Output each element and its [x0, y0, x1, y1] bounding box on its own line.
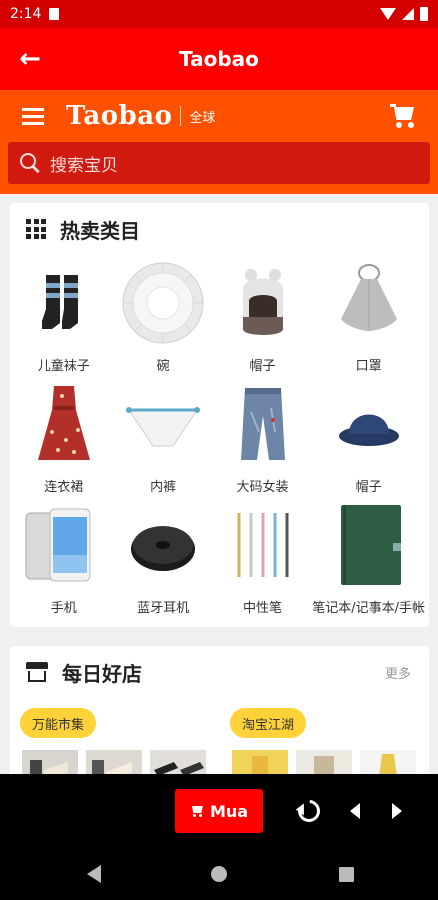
phone-image: [22, 503, 106, 587]
search-input[interactable]: 搜索宝贝: [8, 142, 430, 184]
category-label: 内裤: [150, 480, 177, 495]
taobao-logo[interactable]: Taobao: [66, 101, 172, 131]
brand-divider: [180, 106, 182, 126]
category-label: 帽子: [249, 359, 276, 374]
category-label: 中性笔: [243, 601, 283, 616]
nav-recents-icon[interactable]: [336, 864, 356, 884]
bowl-image: [121, 261, 205, 345]
wifi-icon: [380, 8, 396, 20]
category-label: 蓝牙耳机: [137, 601, 190, 616]
buy-button[interactable]: Mua: [175, 789, 263, 833]
hot-categories-header: 热卖类目: [10, 203, 429, 255]
category-item[interactable]: 内裤: [113, 376, 212, 497]
category-item[interactable]: 儿童袜子: [14, 255, 113, 376]
shopping-cart-icon[interactable]: [390, 102, 418, 130]
category-label: 连衣裙: [44, 480, 84, 495]
jeans-image: [221, 382, 305, 466]
category-item[interactable]: 蓝牙耳机: [113, 497, 212, 618]
notebook-image: [327, 503, 411, 587]
taobao-header: Taobao 全球 搜索宝贝: [0, 90, 438, 194]
category-label: 碗: [156, 359, 170, 374]
category-item[interactable]: 中性笔: [213, 497, 312, 618]
socks-image: [22, 261, 106, 345]
status-bar: 2:14: [0, 0, 438, 28]
search-icon: [20, 153, 40, 173]
category-item[interactable]: 帽子: [312, 376, 425, 497]
category-item[interactable]: 笔记本/记事本/手帐: [312, 497, 425, 618]
pens-image: [221, 503, 305, 587]
bottom-action-bar: Mua: [0, 774, 438, 846]
app-title: Taobao: [179, 47, 259, 71]
underwear-image: [121, 382, 205, 466]
brand-subtitle: 全球: [189, 110, 216, 126]
hamburger-menu-icon[interactable]: [0, 107, 66, 125]
earphone-image: [121, 503, 205, 587]
category-item[interactable]: 帽子: [213, 255, 312, 376]
reload-icon[interactable]: [293, 795, 325, 827]
category-item[interactable]: 手机: [14, 497, 113, 618]
category-item[interactable]: 大码女装: [213, 376, 312, 497]
status-time: 2:14: [10, 6, 42, 22]
system-nav-bar: [0, 846, 438, 900]
knit-hat-image: [221, 261, 305, 345]
buy-button-label: Mua: [209, 801, 249, 821]
more-link[interactable]: 更多: [385, 663, 411, 682]
category-grid: 儿童袜子 碗 帽子 口罩 连衣裙 内裤 大码女装 帽子 手机 蓝牙耳机 中性笔 …: [10, 255, 429, 618]
search-placeholder: 搜索宝贝: [50, 155, 118, 176]
store-icon: [26, 662, 48, 682]
category-label: 大码女装: [236, 480, 289, 495]
hot-categories-title: 热卖类目: [60, 218, 140, 243]
category-item[interactable]: 碗: [113, 255, 212, 376]
bucket-hat-image: [327, 382, 411, 466]
category-label: 手机: [50, 601, 77, 616]
battery-icon: [420, 7, 428, 21]
arrow-left-triangle-icon[interactable]: [340, 796, 370, 826]
store-tag[interactable]: 淘宝江湖: [230, 708, 307, 738]
arrow-left-icon[interactable]: ←: [0, 28, 60, 90]
mask-image: [327, 261, 411, 345]
arrow-right-triangle-icon[interactable]: [382, 796, 412, 826]
category-label: 帽子: [355, 480, 382, 495]
daily-stores-title: 每日好店: [62, 661, 142, 686]
signal-icon: [402, 8, 414, 20]
category-label: 笔记本/记事本/手帐: [312, 601, 425, 616]
store-tag[interactable]: 万能市集: [20, 708, 97, 738]
category-item[interactable]: 口罩: [312, 255, 425, 376]
app-bar: ← Taobao: [0, 28, 438, 90]
dress-image: [22, 382, 106, 466]
grid-apps-icon: [26, 219, 46, 239]
category-item[interactable]: 连衣裙: [14, 376, 113, 497]
daily-stores-header: 每日好店 更多: [10, 646, 429, 698]
sd-card-icon: [49, 8, 60, 20]
category-label: 口罩: [355, 359, 382, 374]
nav-back-icon[interactable]: [84, 864, 104, 884]
category-label: 儿童袜子: [37, 359, 90, 374]
status-icons: [380, 7, 428, 21]
nav-home-icon[interactable]: [209, 864, 229, 884]
hot-categories-card: 热卖类目 儿童袜子 碗 帽子 口罩 连衣裙 内裤 大码女装 帽子 手机 蓝牙耳机…: [10, 203, 429, 627]
cart-icon: [190, 805, 204, 817]
daily-stores-card: 每日好店 更多 万能市集 淘宝江湖: [10, 646, 429, 786]
